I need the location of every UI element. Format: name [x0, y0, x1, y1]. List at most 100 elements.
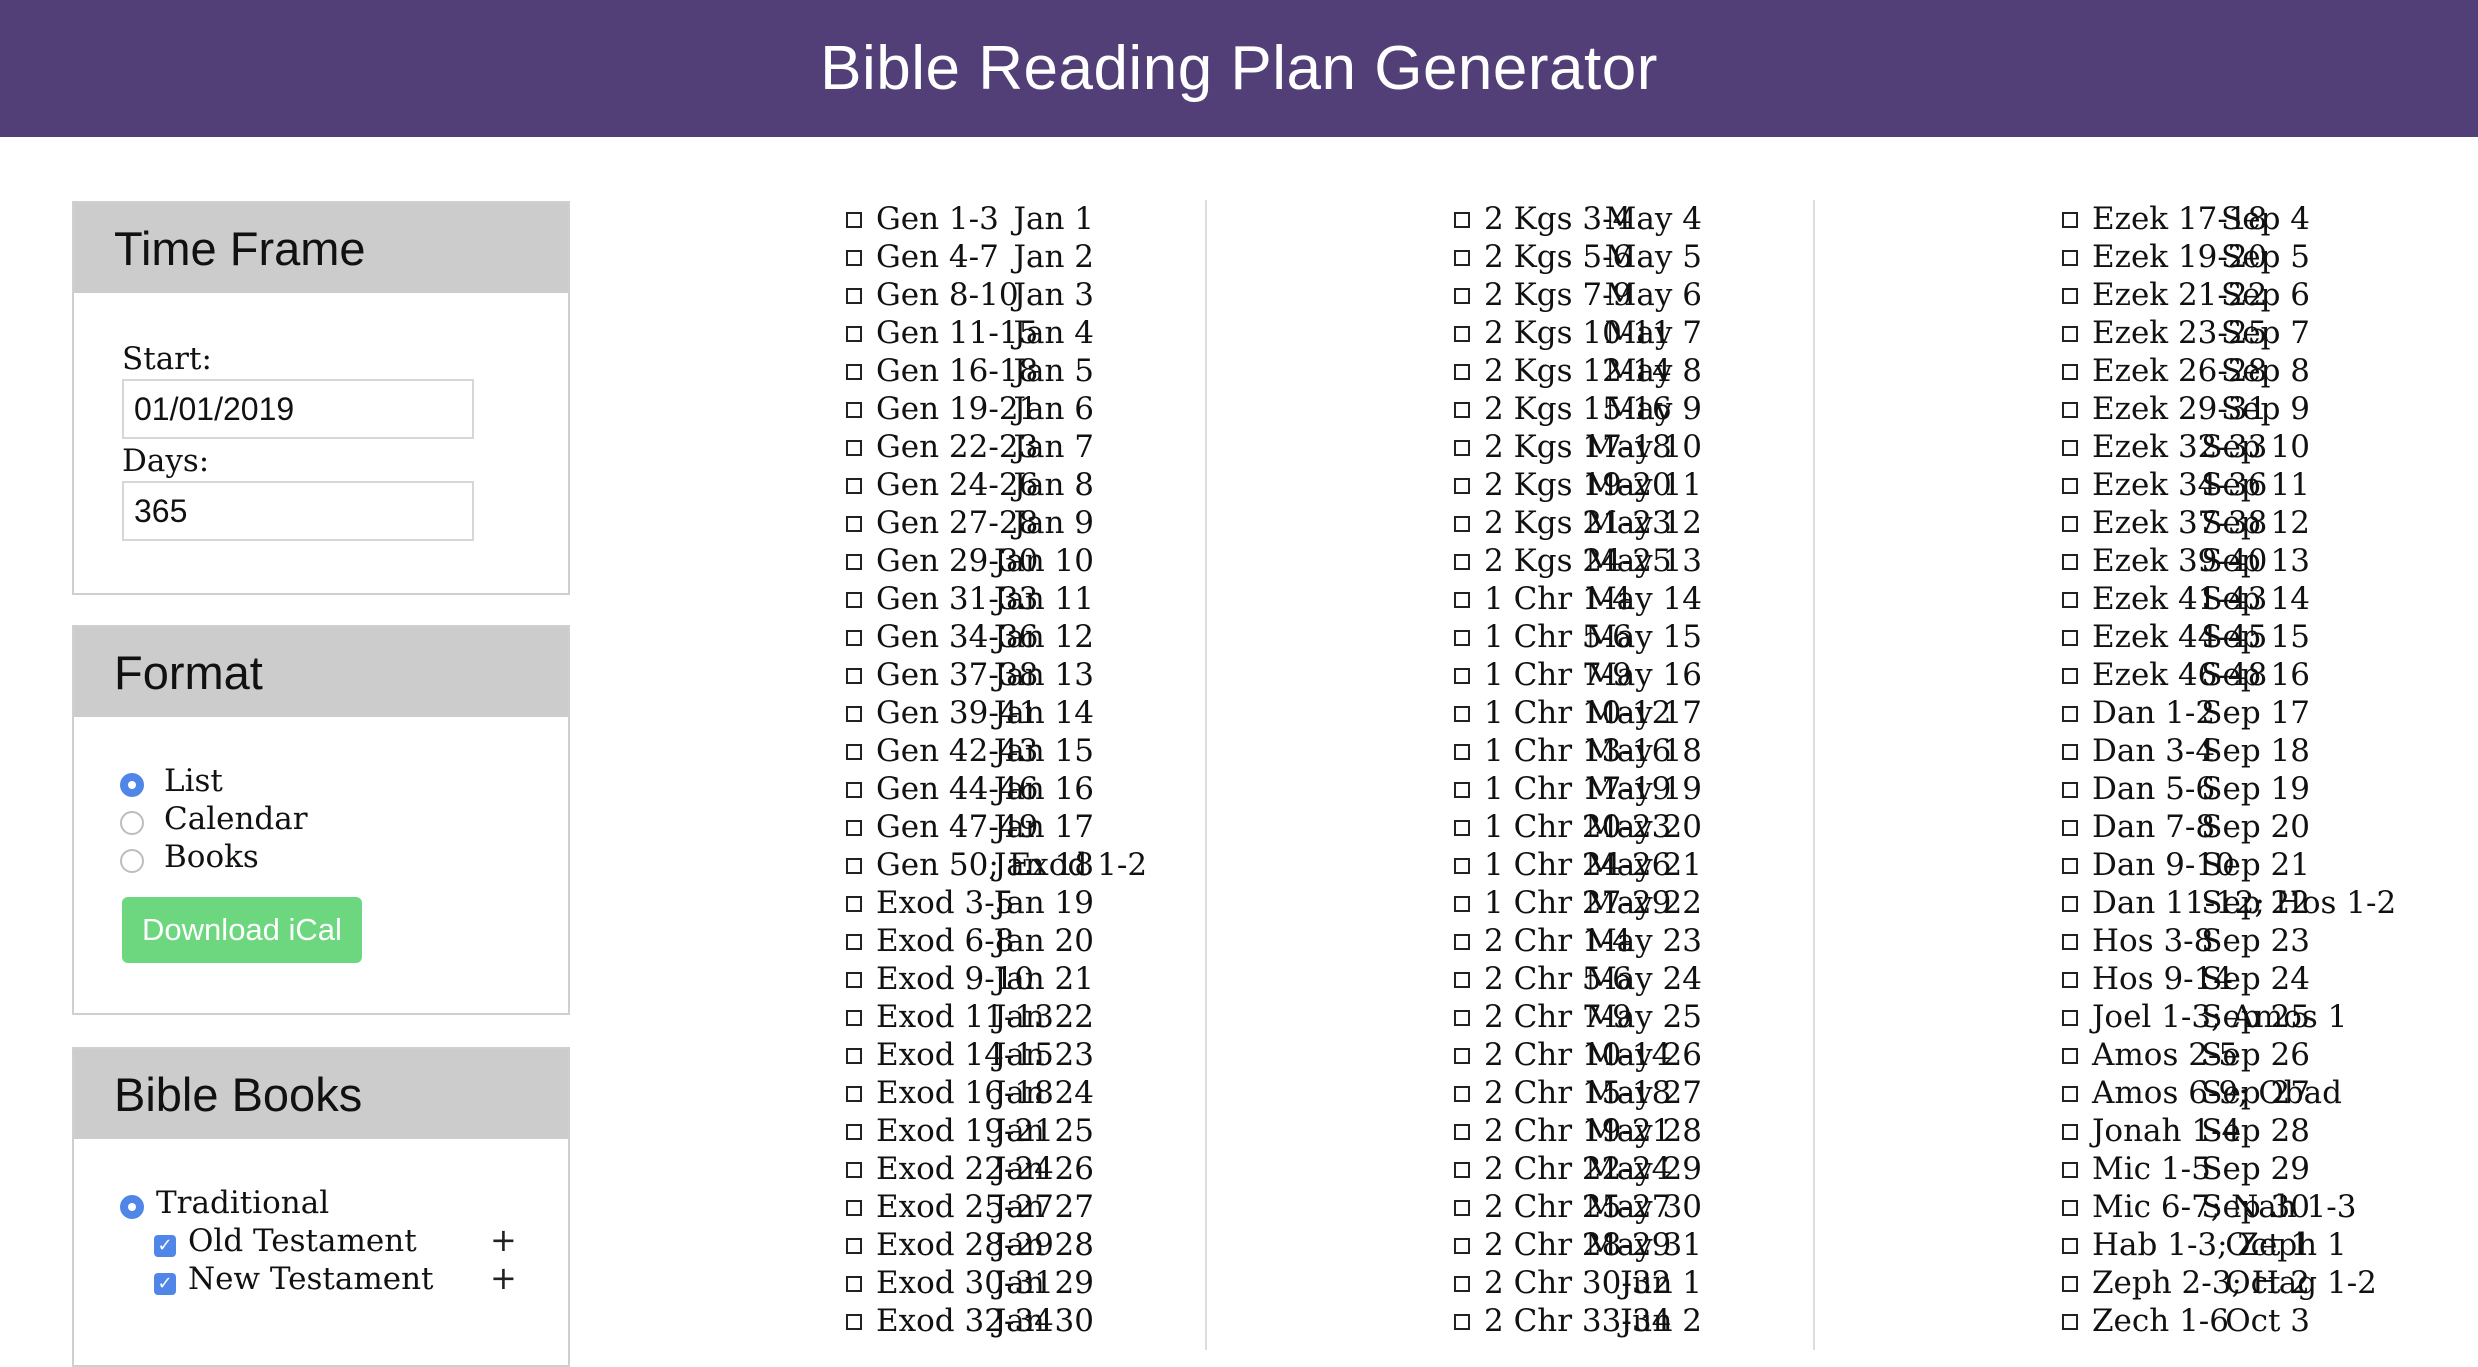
new-testament-expand-icon[interactable]: + — [490, 1259, 517, 1297]
reading-checkbox[interactable] — [1454, 934, 1470, 950]
days-input[interactable]: 365 — [122, 481, 474, 541]
reading-checkbox[interactable] — [2062, 972, 2078, 988]
reading-checkbox[interactable] — [2062, 1238, 2078, 1254]
reading-checkbox[interactable] — [846, 782, 862, 798]
reading-checkbox[interactable] — [2062, 1010, 2078, 1026]
reading-checkbox[interactable] — [2062, 326, 2078, 342]
format-list-label[interactable]: List — [164, 763, 223, 799]
reading-checkbox[interactable] — [1454, 516, 1470, 532]
reading-checkbox[interactable] — [846, 630, 862, 646]
reading-checkbox[interactable] — [1454, 554, 1470, 570]
reading-checkbox[interactable] — [1454, 1010, 1470, 1026]
reading-checkbox[interactable] — [2062, 250, 2078, 266]
start-date-input[interactable]: 01/01/2019 — [122, 379, 474, 439]
reading-checkbox[interactable] — [2062, 668, 2078, 684]
reading-checkbox[interactable] — [846, 668, 862, 684]
reading-checkbox[interactable] — [1454, 592, 1470, 608]
reading-checkbox[interactable] — [1454, 212, 1470, 228]
reading-checkbox[interactable] — [846, 554, 862, 570]
reading-checkbox[interactable] — [846, 744, 862, 760]
reading-checkbox[interactable] — [846, 1276, 862, 1292]
reading-checkbox[interactable] — [846, 972, 862, 988]
reading-checkbox[interactable] — [2062, 1048, 2078, 1064]
reading-checkbox[interactable] — [2062, 1276, 2078, 1292]
reading-checkbox[interactable] — [1454, 1048, 1470, 1064]
reading-checkbox[interactable] — [846, 212, 862, 228]
traditional-radio[interactable] — [120, 1195, 144, 1219]
reading-checkbox[interactable] — [1454, 402, 1470, 418]
reading-checkbox[interactable] — [846, 1124, 862, 1140]
reading-checkbox[interactable] — [1454, 820, 1470, 836]
reading-checkbox[interactable] — [846, 1238, 862, 1254]
format-calendar-radio[interactable] — [120, 811, 144, 835]
reading-checkbox[interactable] — [1454, 858, 1470, 874]
reading-checkbox[interactable] — [2062, 1200, 2078, 1216]
format-list-radio[interactable] — [120, 773, 144, 797]
reading-checkbox[interactable] — [2062, 1124, 2078, 1140]
reading-checkbox[interactable] — [2062, 478, 2078, 494]
reading-checkbox[interactable] — [846, 478, 862, 494]
format-books-label[interactable]: Books — [164, 839, 259, 875]
reading-checkbox[interactable] — [846, 706, 862, 722]
reading-checkbox[interactable] — [2062, 288, 2078, 304]
reading-checkbox[interactable] — [1454, 1124, 1470, 1140]
reading-checkbox[interactable] — [846, 1086, 862, 1102]
reading-checkbox[interactable] — [2062, 1086, 2078, 1102]
reading-checkbox[interactable] — [1454, 706, 1470, 722]
reading-checkbox[interactable] — [846, 440, 862, 456]
reading-checkbox[interactable] — [2062, 1162, 2078, 1178]
reading-checkbox[interactable] — [846, 1200, 862, 1216]
reading-checkbox[interactable] — [1454, 972, 1470, 988]
reading-checkbox[interactable] — [1454, 478, 1470, 494]
reading-checkbox[interactable] — [2062, 516, 2078, 532]
new-testament-checkbox[interactable]: ✓ — [154, 1273, 176, 1295]
reading-checkbox[interactable] — [846, 288, 862, 304]
reading-checkbox[interactable] — [846, 364, 862, 380]
reading-checkbox[interactable] — [846, 1010, 862, 1026]
download-ical-button[interactable]: Download iCal — [122, 897, 362, 963]
reading-checkbox[interactable] — [846, 592, 862, 608]
reading-checkbox[interactable] — [2062, 630, 2078, 646]
reading-checkbox[interactable] — [2062, 820, 2078, 836]
reading-checkbox[interactable] — [1454, 744, 1470, 760]
reading-checkbox[interactable] — [1454, 288, 1470, 304]
traditional-label[interactable]: Traditional — [156, 1185, 329, 1221]
reading-checkbox[interactable] — [2062, 402, 2078, 418]
reading-checkbox[interactable] — [1454, 668, 1470, 684]
reading-checkbox[interactable] — [2062, 592, 2078, 608]
reading-checkbox[interactable] — [846, 896, 862, 912]
reading-checkbox[interactable] — [1454, 364, 1470, 380]
reading-checkbox[interactable] — [1454, 1314, 1470, 1330]
reading-checkbox[interactable] — [846, 326, 862, 342]
reading-checkbox[interactable] — [846, 516, 862, 532]
reading-checkbox[interactable] — [1454, 440, 1470, 456]
old-testament-label[interactable]: Old Testament — [188, 1223, 417, 1259]
reading-checkbox[interactable] — [2062, 364, 2078, 380]
reading-checkbox[interactable] — [846, 402, 862, 418]
old-testament-checkbox[interactable]: ✓ — [154, 1235, 176, 1257]
reading-checkbox[interactable] — [2062, 858, 2078, 874]
format-books-radio[interactable] — [120, 849, 144, 873]
format-calendar-label[interactable]: Calendar — [164, 801, 308, 837]
reading-checkbox[interactable] — [2062, 440, 2078, 456]
reading-checkbox[interactable] — [846, 1162, 862, 1178]
reading-checkbox[interactable] — [2062, 896, 2078, 912]
reading-checkbox[interactable] — [846, 250, 862, 266]
reading-checkbox[interactable] — [2062, 782, 2078, 798]
old-testament-expand-icon[interactable]: + — [490, 1221, 517, 1259]
reading-checkbox[interactable] — [846, 934, 862, 950]
reading-checkbox[interactable] — [1454, 250, 1470, 266]
reading-checkbox[interactable] — [846, 820, 862, 836]
reading-checkbox[interactable] — [1454, 1200, 1470, 1216]
reading-checkbox[interactable] — [1454, 782, 1470, 798]
reading-checkbox[interactable] — [846, 1314, 862, 1330]
new-testament-label[interactable]: New Testament — [188, 1261, 434, 1297]
reading-checkbox[interactable] — [1454, 1162, 1470, 1178]
reading-checkbox[interactable] — [846, 1048, 862, 1064]
reading-checkbox[interactable] — [2062, 744, 2078, 760]
reading-checkbox[interactable] — [1454, 1276, 1470, 1292]
reading-checkbox[interactable] — [1454, 630, 1470, 646]
reading-checkbox[interactable] — [846, 858, 862, 874]
reading-checkbox[interactable] — [1454, 326, 1470, 342]
reading-checkbox[interactable] — [2062, 706, 2078, 722]
